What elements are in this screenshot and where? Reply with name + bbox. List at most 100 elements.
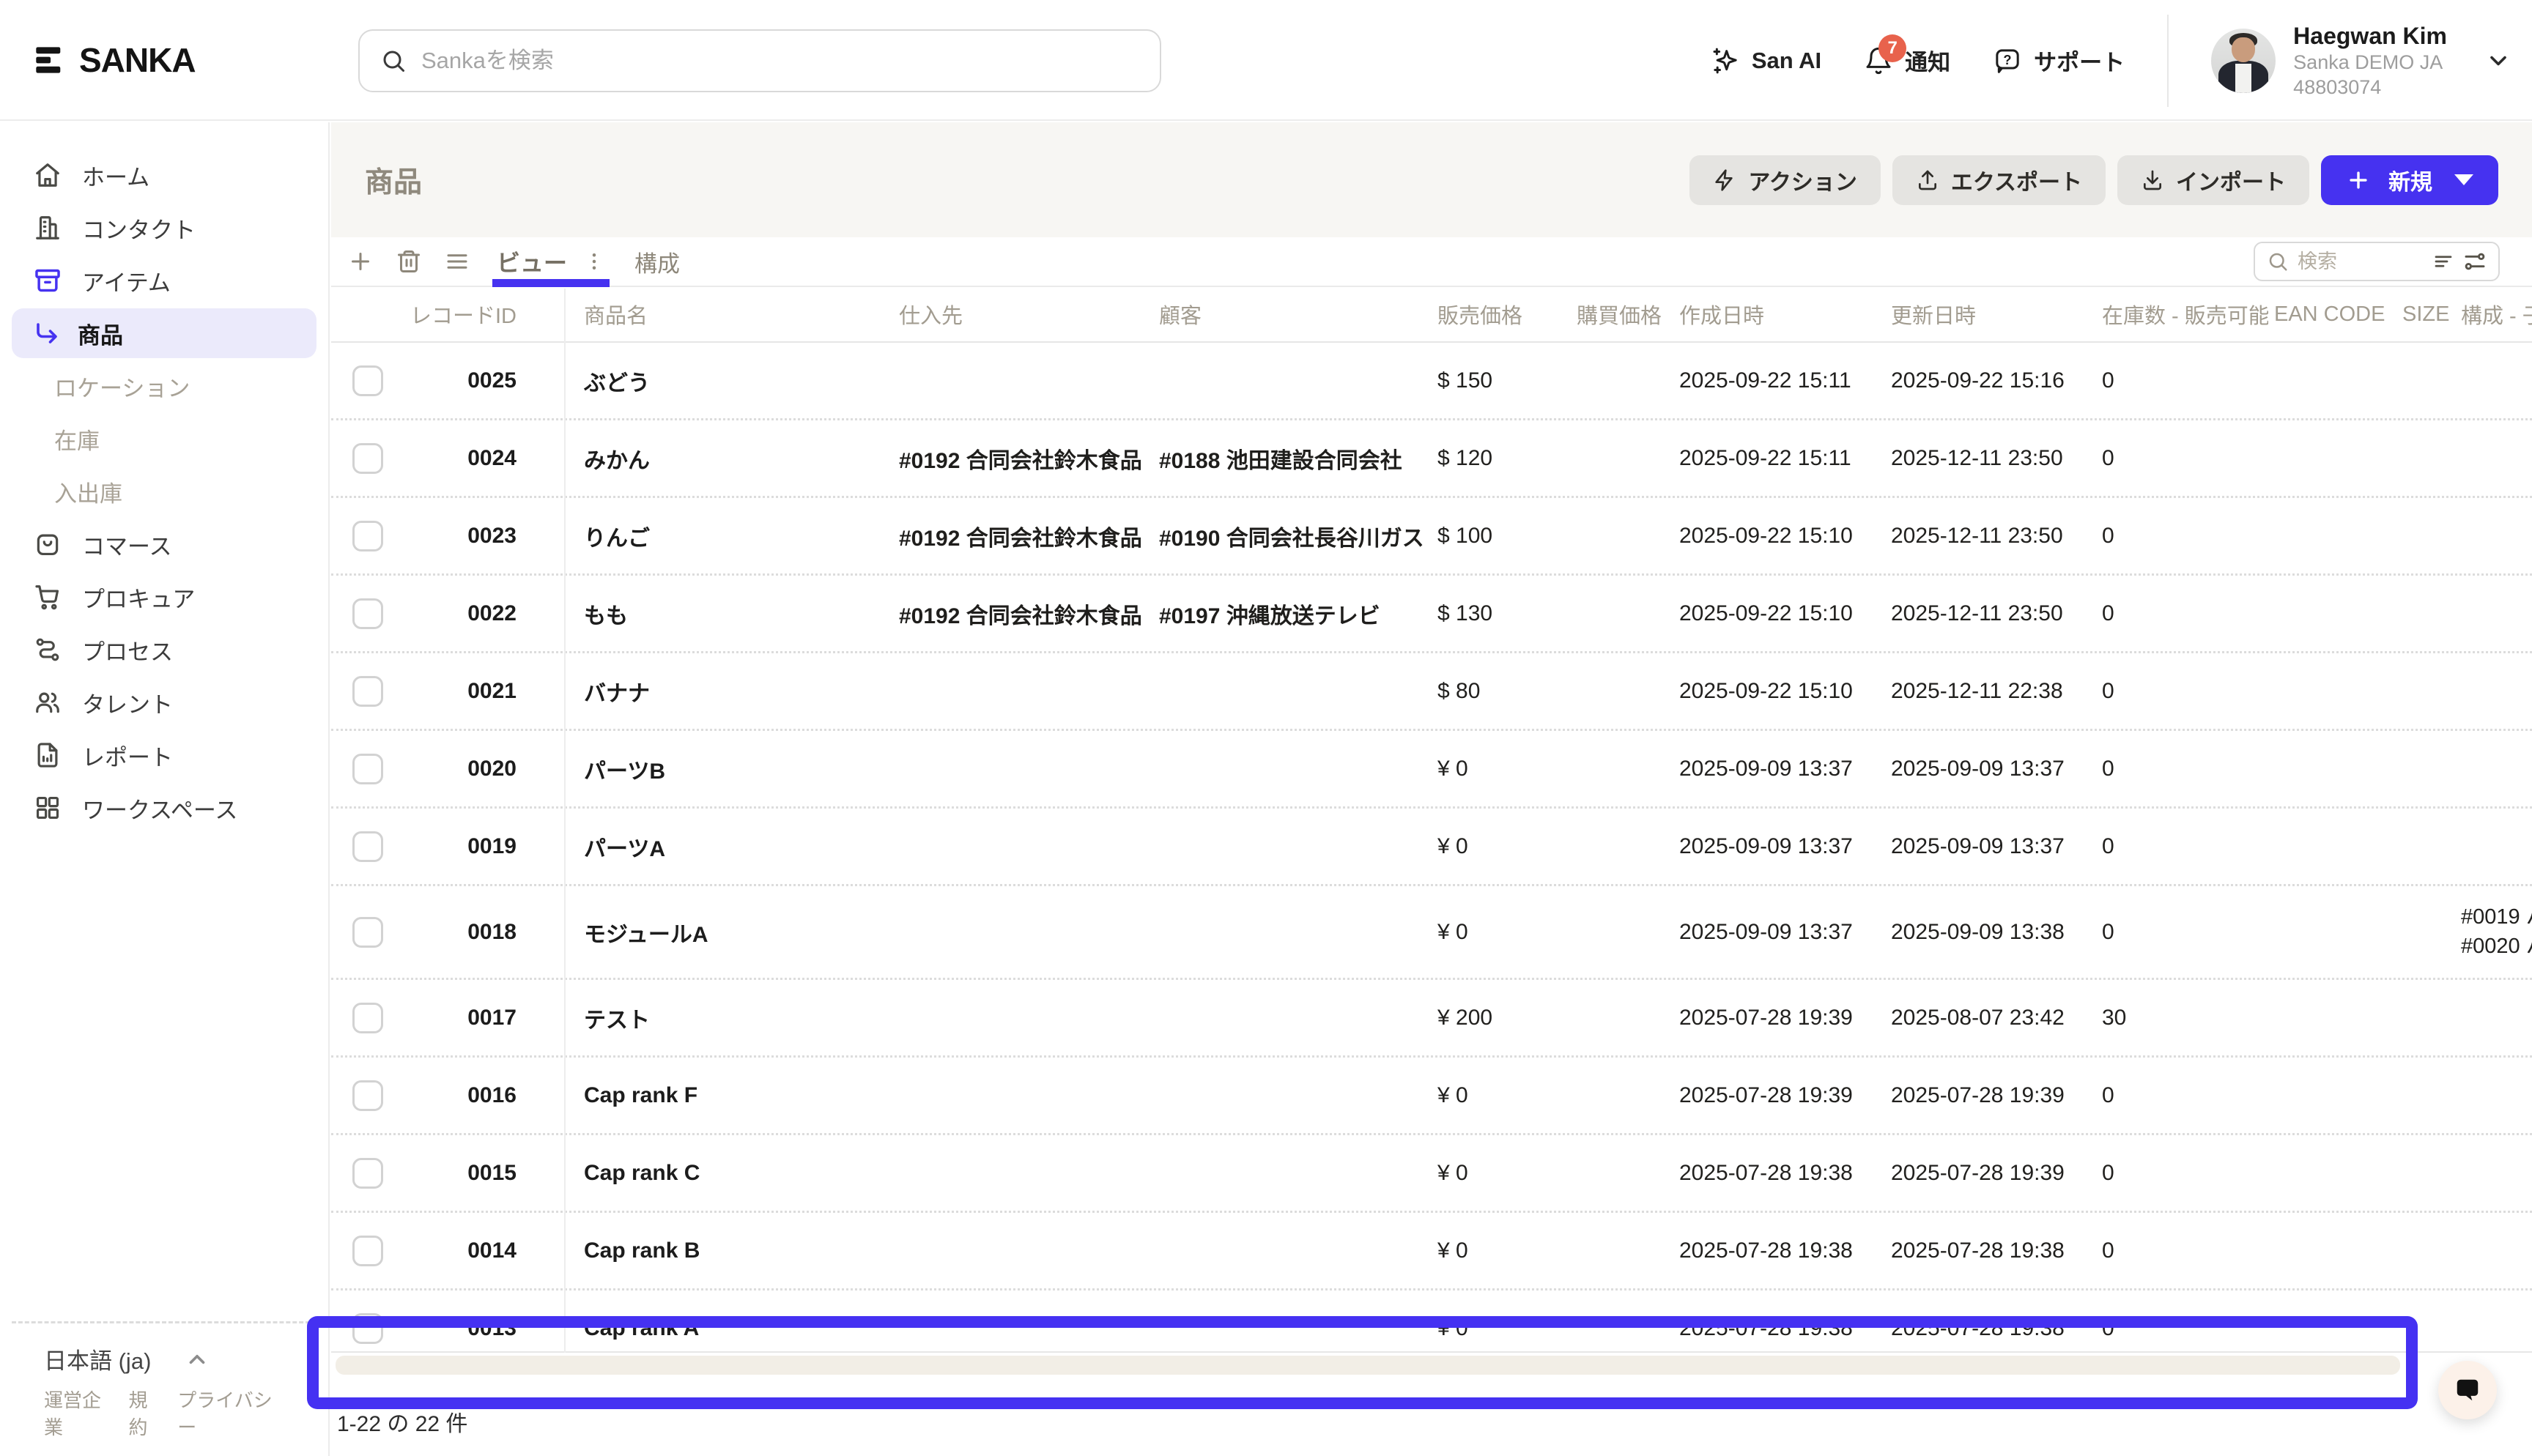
export-button[interactable]: エクスポート: [1892, 155, 2106, 205]
sidebar-item-reports[interactable]: レポート: [0, 729, 328, 781]
sidebar-item-procure[interactable]: プロキュア: [0, 571, 328, 623]
cell-created: 2025-07-28 19:38: [1673, 1316, 1885, 1341]
sidebar-item-commerce[interactable]: コマース: [0, 518, 328, 571]
cell-price: ¥ 200: [1432, 1006, 1571, 1030]
table-row[interactable]: 0014Cap rank B¥ 02025-07-28 19:382025-07…: [331, 1213, 2532, 1290]
row-checkbox[interactable]: [352, 917, 383, 948]
sliders-icon[interactable]: [2463, 250, 2487, 273]
cell-updated: 2025-07-28 19:38: [1885, 1316, 2096, 1341]
cell-created: 2025-09-09 13:37: [1673, 920, 1885, 945]
sidebar-item-inventory[interactable]: 在庫: [0, 412, 328, 465]
table-row[interactable]: 0020パーツB¥ 02025-09-09 13:372025-09-09 13…: [331, 731, 2532, 809]
row-checkbox[interactable]: [352, 365, 383, 396]
col-children[interactable]: 構成 - 子: [2455, 299, 2532, 330]
table-body: 0025ぶどう$ 1502025-09-22 15:112025-09-22 1…: [331, 343, 2532, 1353]
tab-view-group: ビュー: [492, 237, 610, 286]
table-row[interactable]: 0025ぶどう$ 1502025-09-22 15:112025-09-22 1…: [331, 343, 2532, 420]
cell-stock: 0: [2096, 368, 2268, 393]
table-row[interactable]: 0016Cap rank F¥ 02025-07-28 19:392025-07…: [331, 1058, 2532, 1135]
cell-stock: 0: [2096, 920, 2268, 945]
tab-view[interactable]: ビュー: [497, 245, 567, 278]
table-search[interactable]: [2254, 242, 2500, 281]
sidebar-item-items[interactable]: アイテム: [0, 254, 328, 307]
col-record-id[interactable]: レコードID: [404, 299, 525, 330]
table-search-input[interactable]: [2298, 250, 2393, 273]
row-checkbox[interactable]: [352, 1158, 383, 1189]
cell-updated: 2025-09-22 15:16: [1885, 368, 2096, 393]
col-size[interactable]: SIZE: [2396, 302, 2455, 327]
sidebar-item-products-active[interactable]: 商品: [12, 308, 316, 358]
brand-logo[interactable]: SANKA: [0, 40, 326, 80]
san-ai-button[interactable]: San AI: [1711, 46, 1821, 75]
cell-price: ¥ 0: [1432, 834, 1571, 859]
row-checkbox[interactable]: [352, 1313, 383, 1344]
sidebar-item-stock-io[interactable]: 入出庫: [0, 465, 328, 518]
row-checkbox[interactable]: [352, 521, 383, 551]
chevron-down-icon: [2485, 48, 2511, 74]
link-terms[interactable]: 規約: [129, 1386, 165, 1440]
table-row[interactable]: 0022もも#0192 合同会社鈴木食品#0197 沖縄放送テレビ$ 13020…: [331, 576, 2532, 653]
cell-stock: 0: [2096, 679, 2268, 704]
list-view-button[interactable]: [444, 248, 470, 275]
row-checkbox[interactable]: [352, 1003, 383, 1033]
global-search[interactable]: [358, 29, 1161, 92]
add-view-button[interactable]: [347, 248, 374, 275]
col-stock[interactable]: 在庫数 - 販売可能: [2096, 299, 2268, 330]
cell-price: $ 120: [1432, 446, 1571, 471]
table-row[interactable]: 0018モジュールA¥ 02025-09-09 13:372025-09-09 …: [331, 886, 2532, 980]
table-row[interactable]: 0024みかん#0192 合同会社鈴木食品#0188 池田建設合同会社$ 120…: [331, 420, 2532, 498]
col-customer[interactable]: 顧客: [1153, 299, 1432, 330]
row-checkbox[interactable]: [352, 754, 383, 784]
global-search-input[interactable]: [421, 48, 1139, 74]
row-checkbox[interactable]: [352, 1080, 383, 1111]
row-checkbox[interactable]: [352, 598, 383, 629]
link-company[interactable]: 運営企業: [44, 1386, 116, 1440]
row-checkbox[interactable]: [352, 443, 383, 474]
table-row[interactable]: 0021バナナ$ 802025-09-22 15:102025-12-11 22…: [331, 653, 2532, 731]
row-checkbox[interactable]: [352, 831, 383, 862]
col-name[interactable]: 商品名: [525, 299, 893, 330]
cell-updated: 2025-07-28 19:38: [1885, 1238, 2096, 1263]
sidebar-item-home[interactable]: ホーム: [0, 149, 328, 201]
sidebar-item-process[interactable]: プロセス: [0, 623, 328, 676]
sidebar-item-talent[interactable]: タレント: [0, 676, 328, 729]
shopping-cart-icon: [34, 583, 62, 611]
cell-created: 2025-09-09 13:37: [1673, 757, 1885, 781]
sidebar-item-workspace[interactable]: ワークスペース: [0, 781, 328, 834]
delete-view-button[interactable]: [396, 248, 422, 275]
user-menu[interactable]: Haegwan Kim Sanka DEMO JA 48803074: [2211, 21, 2511, 100]
table-row[interactable]: 0013Cap rank A¥ 02025-07-28 19:382025-07…: [331, 1290, 2532, 1351]
support-label: サポート: [2034, 44, 2125, 77]
language-selector[interactable]: 日本語 (ja): [44, 1342, 284, 1375]
view-options-button[interactable]: [583, 250, 605, 272]
chat-widget-button[interactable]: [2438, 1361, 2497, 1419]
cell-price: ¥ 0: [1432, 1238, 1571, 1263]
col-purchase-price[interactable]: 購買価格: [1571, 299, 1673, 330]
table-row[interactable]: 0017テスト¥ 2002025-07-28 19:392025-08-07 2…: [331, 980, 2532, 1058]
sidebar-item-locations[interactable]: ロケーション: [0, 360, 328, 412]
col-price[interactable]: 販売価格: [1432, 299, 1571, 330]
col-created[interactable]: 作成日時: [1673, 299, 1885, 330]
row-checkbox[interactable]: [352, 676, 383, 707]
col-updated[interactable]: 更新日時: [1885, 299, 2096, 330]
notifications-button[interactable]: 7 通知: [1864, 44, 1950, 77]
user-name: Haegwan Kim: [2293, 21, 2447, 51]
sidebar-item-contacts[interactable]: コンタクト: [0, 201, 328, 254]
row-checkbox[interactable]: [352, 1236, 383, 1266]
col-ean[interactable]: EAN CODE: [2268, 302, 2396, 327]
sidebar-footer: 日本語 (ja) 運営企業 規約 プライバシー: [12, 1321, 316, 1440]
table-row[interactable]: 0019パーツA¥ 02025-09-09 13:372025-09-09 13…: [331, 809, 2532, 886]
new-button[interactable]: 新規: [2321, 155, 2498, 205]
support-button[interactable]: ? サポート: [1993, 44, 2125, 77]
import-button[interactable]: インポート: [2117, 155, 2309, 205]
table-row[interactable]: 0023りんご#0192 合同会社鈴木食品#0190 合同会社長谷川ガス$ 10…: [331, 498, 2532, 576]
new-dropdown-icon[interactable]: [2454, 174, 2473, 185]
link-privacy[interactable]: プライバシー: [177, 1386, 284, 1440]
action-button[interactable]: アクション: [1689, 155, 1881, 205]
table-row[interactable]: 0015Cap rank C¥ 02025-07-28 19:382025-07…: [331, 1135, 2532, 1213]
filter-lines-icon[interactable]: [2432, 250, 2454, 272]
shopping-bag-icon: [34, 530, 62, 558]
download-icon: [2141, 168, 2164, 192]
tab-config[interactable]: 構成: [634, 245, 680, 278]
col-supplier[interactable]: 仕入先: [893, 299, 1153, 330]
